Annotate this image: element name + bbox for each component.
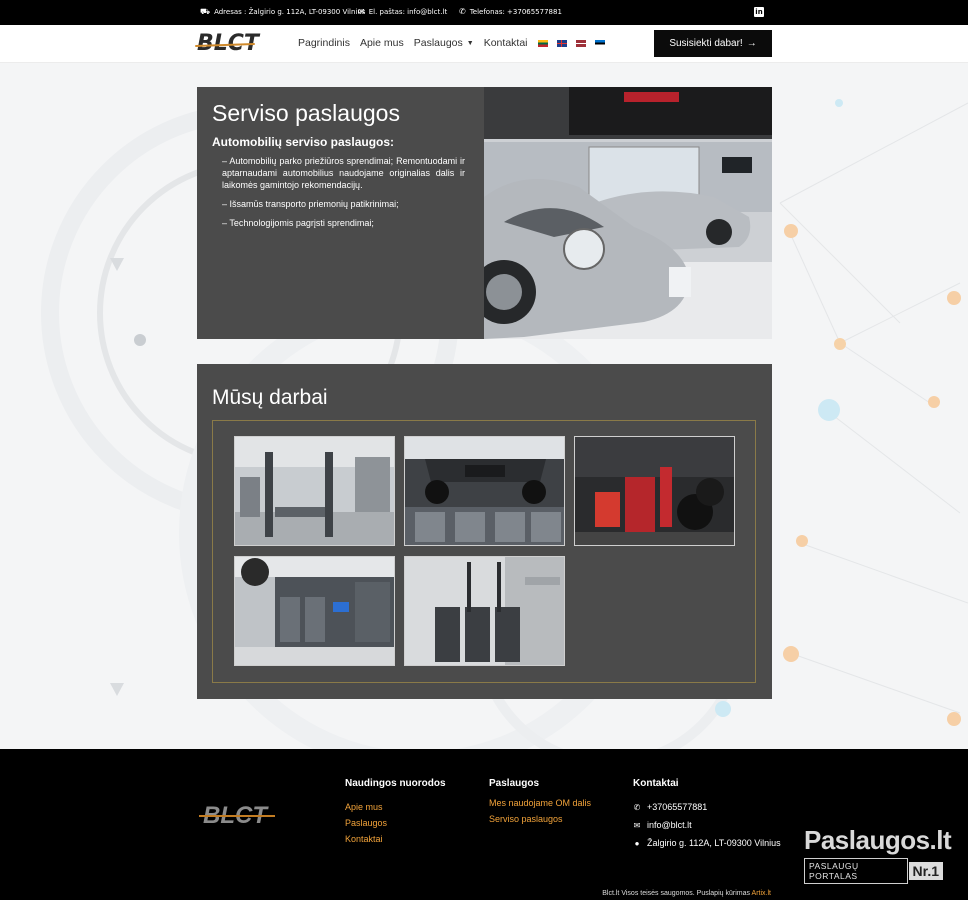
footer-link-contacts[interactable]: Kontaktai bbox=[345, 834, 446, 844]
badge-portal: PASLAUGŲ PORTALAS bbox=[804, 858, 908, 884]
footer-col-title: Paslaugos bbox=[489, 778, 540, 789]
envelope-icon: ✉ bbox=[633, 820, 641, 830]
service-section: Serviso paslaugos Automobilių serviso pa… bbox=[197, 87, 772, 339]
flag-ee-icon[interactable] bbox=[594, 39, 605, 47]
phone-item[interactable]: ✆ Telefonas: +37065577881 bbox=[459, 7, 562, 17]
gallery-image[interactable] bbox=[404, 436, 565, 546]
nav-item-home[interactable]: Pagrindinis bbox=[298, 37, 350, 49]
works-gallery bbox=[212, 420, 756, 683]
footer-address: ● Žalgirio g. 112A, LT-09300 Vilnius bbox=[633, 838, 781, 848]
logo[interactable]: BLCT bbox=[194, 31, 259, 56]
flag-lt-icon[interactable] bbox=[537, 39, 548, 47]
contact-now-label: Susisiekti dabar! bbox=[669, 38, 743, 49]
footer-phone-text[interactable]: +37065577881 bbox=[647, 802, 707, 812]
paslaugos-badge[interactable]: Paslaugos.lt PASLAUGŲ PORTALAS Nr.1 bbox=[804, 825, 952, 884]
deco-dot bbox=[784, 224, 798, 238]
footer-link-services[interactable]: Paslaugos bbox=[345, 818, 446, 828]
phone-icon: ✆ bbox=[633, 802, 641, 812]
phone-text[interactable]: Telefonas: +37065577881 bbox=[470, 8, 562, 16]
service-list-item: – Automobilių parko priežiūros sprendima… bbox=[222, 156, 465, 190]
footer-email-text[interactable]: info@blct.lt bbox=[647, 820, 692, 830]
service-photo bbox=[484, 87, 772, 339]
phone-icon: ✆ bbox=[459, 7, 466, 16]
badge-title: Paslaugos.lt bbox=[804, 825, 952, 855]
nav-item-services[interactable]: Paslaugos bbox=[414, 37, 463, 49]
gallery-image[interactable] bbox=[234, 436, 395, 546]
contact-now-button[interactable]: Susisiekti dabar! → bbox=[654, 30, 772, 57]
envelope-icon: ✉ bbox=[358, 7, 365, 16]
location-pin-icon: ● bbox=[634, 838, 640, 848]
service-list-item: – Išsamūs transporto priemonių patikrini… bbox=[222, 199, 399, 209]
footer-phone[interactable]: ✆ +37065577881 bbox=[633, 802, 781, 812]
footer-logo-swoosh bbox=[199, 815, 275, 817]
chevron-down-icon[interactable]: ▼ bbox=[467, 40, 474, 47]
copyright: Blct.lt Visos teisės saugomos. Puslapių … bbox=[602, 890, 771, 897]
footer-email[interactable]: ✉ info@blct.lt bbox=[633, 820, 781, 830]
nav-item-contacts[interactable]: Kontaktai bbox=[484, 37, 528, 49]
service-list: – Automobilių parko priežiūros sprendima… bbox=[222, 155, 465, 236]
arrow-right-icon: → bbox=[746, 38, 757, 49]
email-item[interactable]: ✉ El. paštas: info@blct.lt bbox=[358, 7, 448, 17]
footer-col-title: Kontaktai bbox=[633, 778, 679, 789]
service-title: Serviso paslaugos bbox=[212, 100, 400, 126]
works-title: Mūsų darbai bbox=[212, 386, 328, 409]
linkedin-icon[interactable]: in bbox=[754, 7, 764, 17]
flag-lv-icon[interactable] bbox=[575, 39, 586, 47]
footer-link-about[interactable]: Apie mus bbox=[345, 802, 446, 812]
artix-link[interactable]: Artix.lt bbox=[752, 890, 771, 897]
footer-address-text: Žalgirio g. 112A, LT-09300 Vilnius bbox=[647, 838, 781, 848]
email-text[interactable]: El. paštas: info@blct.lt bbox=[369, 8, 448, 16]
works-section: Mūsų darbai bbox=[197, 364, 772, 699]
map-icon: ⛟ bbox=[200, 7, 211, 16]
service-subtitle: Automobilių serviso paslaugos: bbox=[212, 135, 395, 149]
footer-services: Paslaugos Mes naudojame OM dalis Serviso… bbox=[489, 778, 591, 830]
footer-link-om-parts[interactable]: Mes naudojame OM dalis bbox=[489, 798, 591, 808]
footer-link-service[interactable]: Serviso paslaugos bbox=[489, 814, 591, 824]
footer-col-title: Naudingos nuorodos bbox=[345, 778, 446, 789]
footer-useful-links: Naudingos nuorodos Apie mus Paslaugos Ko… bbox=[345, 778, 446, 850]
address-item: ⛟ Adresas : Žalgirio g. 112A, LT-09300 V… bbox=[200, 7, 366, 17]
footer-contacts: Kontaktai ✆ +37065577881 ✉ info@blct.lt … bbox=[633, 778, 781, 856]
address-text: Adresas : Žalgirio g. 112A, LT-09300 Vil… bbox=[214, 8, 366, 16]
flag-en-icon[interactable] bbox=[556, 39, 567, 47]
badge-number: Nr.1 bbox=[908, 862, 943, 880]
main-nav: Pagrindinis Apie mus Paslaugos ▼ Kontakt… bbox=[298, 37, 614, 49]
gallery-image[interactable] bbox=[574, 436, 735, 546]
top-bar: ⛟ Adresas : Žalgirio g. 112A, LT-09300 V… bbox=[0, 0, 968, 25]
site-header: BLCT Pagrindinis Apie mus Paslaugos ▼ Ko… bbox=[0, 25, 968, 63]
service-list-item: – Technologijomis pagrįsti sprendimai; bbox=[222, 218, 374, 228]
gallery-image[interactable] bbox=[234, 556, 395, 666]
footer-logo[interactable]: BLCT bbox=[199, 802, 275, 830]
nav-item-about[interactable]: Apie mus bbox=[360, 37, 404, 49]
gallery-image[interactable] bbox=[404, 556, 565, 666]
copyright-text: Blct.lt Visos teisės saugomos. Puslapių … bbox=[602, 890, 750, 897]
badge-bottom: PASLAUGŲ PORTALAS Nr.1 bbox=[804, 858, 943, 884]
